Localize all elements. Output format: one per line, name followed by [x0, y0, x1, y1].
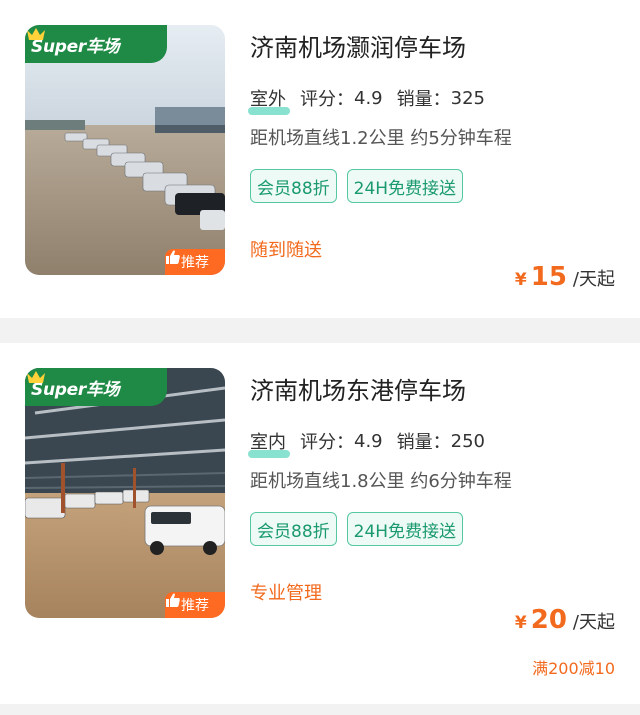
service-note: 专业管理 — [250, 583, 322, 604]
parking-lot-name: 济南机场灏润停车场 — [250, 34, 466, 62]
free-shuttle-tag: 24H免费接送 — [346, 169, 464, 203]
thumbs-up-icon — [166, 250, 180, 264]
service-note: 随到随送 — [250, 240, 322, 261]
thumbs-up-icon — [166, 593, 180, 607]
parking-lot-photo[interactable]: Super车场 推荐 — [25, 368, 225, 618]
price-info: ¥ 15 /天起 — [515, 262, 615, 292]
promo-discount: 满200减10 — [532, 659, 615, 678]
sales-value: 325 — [450, 87, 485, 109]
rating-label: 评分： — [300, 432, 354, 453]
rating-value: 4.9 — [354, 87, 383, 109]
lot-meta-row: 室内 评分： 4.9 销量： 250 — [248, 427, 485, 458]
parking-lot-card[interactable]: Super车场 推荐 济南机场东港停车场 室内 评分： 4.9 销量： 250 … — [0, 343, 640, 704]
location-type-label: 室内 — [248, 428, 290, 458]
price-info: ¥ 20 /天起 — [515, 605, 615, 635]
parking-lot-name: 济南机场东港停车场 — [250, 377, 466, 405]
distance-info: 距机场直线1.8公里 约6分钟车程 — [250, 471, 512, 492]
feature-tags: 会员88折 24H免费接送 — [250, 169, 473, 203]
sales-label: 销量： — [396, 89, 451, 110]
recommend-badge: 推荐 — [165, 249, 225, 275]
crown-icon — [27, 371, 45, 383]
recommend-badge: 推荐 — [165, 592, 225, 618]
price-amount: 20 — [530, 605, 567, 635]
crown-icon — [27, 28, 45, 40]
member-discount-tag: 会员88折 — [250, 512, 337, 546]
super-lot-badge: Super车场 — [25, 368, 167, 406]
price-amount: 15 — [530, 262, 567, 292]
price-unit: /天起 — [572, 612, 615, 633]
location-type-label: 室外 — [248, 85, 290, 115]
sales-label: 销量： — [396, 432, 451, 453]
rating-value: 4.9 — [354, 430, 383, 452]
super-lot-badge: Super车场 — [25, 25, 167, 63]
parking-lot-photo[interactable]: Super车场 推荐 — [25, 25, 225, 275]
currency-symbol: ¥ — [514, 270, 527, 290]
rating-label: 评分： — [300, 89, 354, 110]
distance-info: 距机场直线1.2公里 约5分钟车程 — [250, 128, 512, 149]
feature-tags: 会员88折 24H免费接送 — [250, 512, 473, 546]
sales-value: 250 — [450, 430, 485, 452]
member-discount-tag: 会员88折 — [250, 169, 337, 203]
free-shuttle-tag: 24H免费接送 — [346, 512, 464, 546]
price-unit: /天起 — [572, 269, 615, 290]
currency-symbol: ¥ — [514, 613, 527, 633]
lot-meta-row: 室外 评分： 4.9 销量： 325 — [248, 84, 485, 115]
parking-lot-card[interactable]: Super车场 推荐 济南机场灏润停车场 室外 评分： 4.9 销量： 325 … — [0, 0, 640, 318]
